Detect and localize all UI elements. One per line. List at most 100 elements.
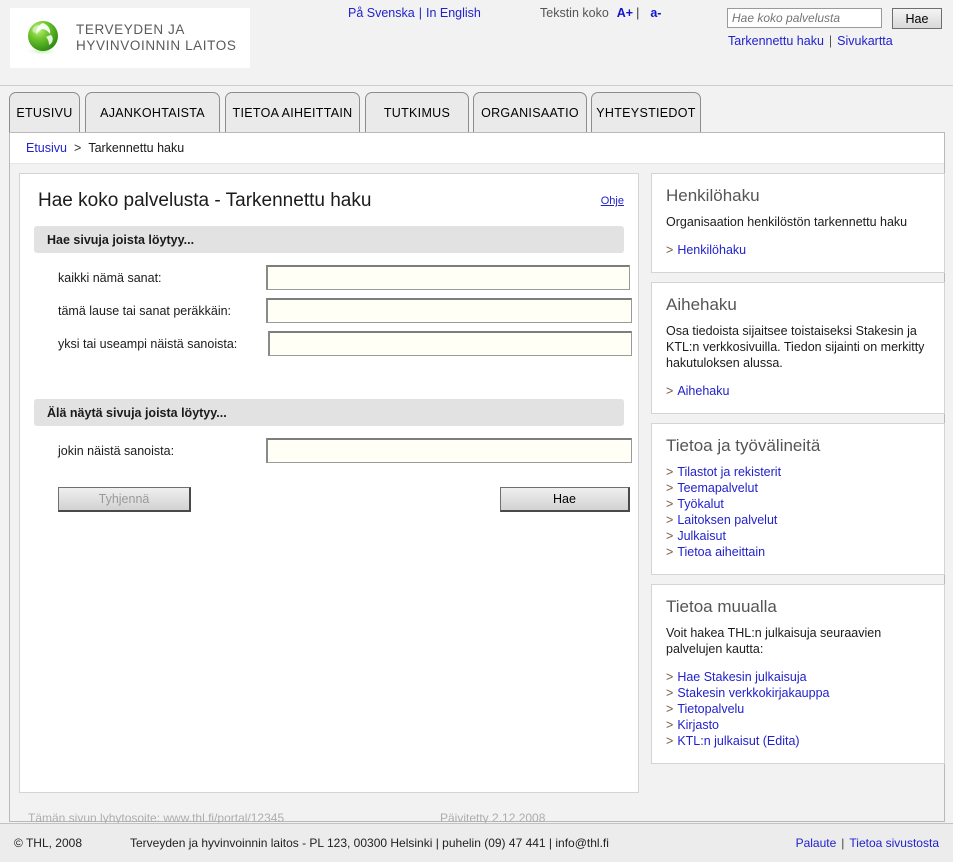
sidebar-link-hae-stakesin-julkaisuja[interactable]: > Hae Stakesin julkaisuja [666,669,930,685]
sidebar-link-label: Henkilöhaku [677,243,747,257]
search-input[interactable] [727,8,882,28]
chevron-right-icon: > [666,465,674,479]
footer-address: Terveyden ja hyvinvoinnin laitos - PL 12… [130,836,609,850]
field-row-none-words: jokin näistä sanoista: [34,436,638,469]
footer-link-tietoa-sivustosta[interactable]: Tietoa sivustosta [849,836,939,850]
sidebar-link-laitoksen-palvelut[interactable]: > Laitoksen palvelut [666,512,930,528]
include-section-heading: Hae sivuja joista löytyy... [34,226,624,253]
clear-button[interactable]: Tyhjennä [58,487,191,512]
tab-organisaatio[interactable]: ORGANISAATIO [473,92,587,133]
page-title-main: Hae koko palvelusta [38,190,210,211]
field-row-all-words: kaikki nämä sanat: [34,263,638,296]
breadcrumb-current: Tarkennettu haku [88,141,185,155]
sitemap-link[interactable]: Sivukartta [837,34,893,48]
submit-search-button[interactable]: Hae [500,487,630,512]
footer-link-palaute[interactable]: Palaute [796,836,837,850]
tab-tutkimus[interactable]: TUTKIMUS [365,92,469,133]
search-submit-button[interactable]: Hae [892,8,942,29]
sidebar-link-henkilohaku[interactable]: > Henkilöhaku [666,242,930,258]
help-link[interactable]: Ohje [601,195,624,207]
language-separator: | [418,6,422,20]
sidebar-link-tyokalut[interactable]: > Työkalut [666,496,930,512]
sidebar-card-title: Henkilöhaku [666,186,760,205]
chevron-right-icon: > [666,670,674,684]
chevron-right-icon: > [666,384,674,398]
sidebar-link-label: Julkaisut [677,529,726,543]
header-search: Hae [727,8,945,32]
sidebar-link-ktl-julkaisut-edita[interactable]: > KTL:n julkaisut (Edita) [666,733,930,749]
sidebar-link-label: Kirjasto [677,718,719,732]
sidebar-card-text: Osa tiedoista sijaitsee toistaiseksi Sta… [666,324,925,370]
sidebar-link-label: KTL:n julkaisut (Edita) [677,734,800,748]
logo-wordmark: TERVEYDEN JA HYVINVOINNIN LAITOS [76,22,236,54]
input-none-words[interactable] [266,438,632,463]
site-logo[interactable]: TERVEYDEN JA HYVINVOINNIN LAITOS [10,8,250,68]
input-exact-phrase[interactable] [266,298,632,323]
header-quick-links: Tarkennettu haku | Sivukartta [728,34,893,48]
site-footer: © THL, 2008 Terveyden ja hyvinvoinnin la… [0,823,953,862]
label-exact-phrase: tämä lause tai sanat peräkkäin: [58,304,232,318]
content-columns: Hae koko palvelusta - Tarkennettu haku O… [10,164,945,825]
language-link-swedish[interactable]: På Svenska [348,6,415,20]
sidebar-card-tietoa-ja-tyovalineita: Tietoa ja työvälineitä > Tilastot ja reki… [651,423,945,575]
page-root: TERVEYDEN JA HYVINVOINNIN LAITOS På Sven… [0,0,953,862]
sidebar-card-text: Organisaation henkilöstön tarkennettu ha… [666,215,908,229]
sidebar-link-tilastot-ja-rekisterit[interactable]: > Tilastot ja rekisterit [666,464,930,480]
label-any-words: yksi tai useampi näistä sanoista: [58,337,238,351]
chevron-right-icon: > [666,513,674,527]
field-row-exact-phrase: tämä lause tai sanat peräkkäin: [34,296,638,329]
label-none-words: jokin näistä sanoista: [58,444,175,458]
input-all-words[interactable] [266,265,630,290]
breadcrumb: Etusivu > Tarkennettu haku [10,133,944,164]
chevron-right-icon: > [666,702,674,716]
language-link-english[interactable]: In English [426,6,481,20]
text-size-decrease-button[interactable]: a- [650,6,661,20]
sidebar-link-aihehaku[interactable]: > Aihehaku [666,383,930,399]
sidebar-link-tietopalvelu[interactable]: > Tietopalvelu [666,701,930,717]
chevron-right-icon: > [666,529,674,543]
sidebar-card-title: Tietoa ja työvälineitä [666,436,821,455]
sidebar-link-julkaisut[interactable]: > Julkaisut [666,528,930,544]
breadcrumb-separator: > [74,141,82,155]
sidebar-link-label: Teemapalvelut [677,481,758,495]
text-size-controls: Tekstin koko A+ | a- [540,6,661,20]
content-area: Etusivu > Tarkennettu haku Hae koko palv… [9,132,945,825]
sidebar-link-label: Aihehaku [677,384,730,398]
sidebar-link-stakesin-verkkokirjakauppa[interactable]: > Stakesin verkkokirjakauppa [666,685,930,701]
tab-yhteystiedot[interactable]: YHTEYSTIEDOT [591,92,701,133]
footer-links-separator: | [841,836,845,850]
sidebar-link-label: Työkalut [677,497,724,511]
chevron-right-icon: > [666,718,674,732]
tab-etusivu[interactable]: ETUSIVU [9,92,80,133]
chevron-right-icon: > [666,545,674,559]
sidebar-link-label: Tietoa aiheittain [677,545,766,559]
tab-tietoa-aiheittain[interactable]: TIETOA AIHEITTAIN [225,92,360,133]
sidebar-link-label: Stakesin verkkokirjakauppa [677,686,830,700]
sidebar-link-kirjasto[interactable]: > Kirjasto [666,717,930,733]
page-title: Hae koko palvelusta - Tarkennettu haku [20,174,638,212]
field-row-any-words: yksi tai useampi näistä sanoista: [34,329,638,362]
site-header: TERVEYDEN JA HYVINVOINNIN LAITOS På Sven… [0,0,953,86]
input-any-words[interactable] [268,331,632,356]
sidebar-link-label: Tilastot ja rekisterit [677,465,782,479]
sidebar-link-teemapalvelut[interactable]: > Teemapalvelut [666,480,930,496]
green-sphere-leaf-logo-icon [22,16,66,60]
sidebar-card-henkilohaku: Henkilöhaku Organisaation henkilöstön ta… [651,173,945,273]
text-size-separator: | [636,6,640,20]
sidebar-card-aihehaku: Aihehaku Osa tiedoista sijaitsee toistai… [651,282,945,414]
tab-ajankohtaista[interactable]: AJANKOHTAISTA [85,92,220,133]
language-switcher: På Svenska | In English [348,6,481,20]
advanced-search-panel: Hae koko palvelusta - Tarkennettu haku O… [19,173,639,793]
sidebar: Henkilöhaku Organisaation henkilöstön ta… [651,173,945,773]
text-size-label: Tekstin koko [540,6,609,20]
text-size-increase-button[interactable]: A+ [617,6,633,20]
sidebar-link-tietoa-aiheittain[interactable]: > Tietoa aiheittain [666,544,930,560]
breadcrumb-home-link[interactable]: Etusivu [26,141,67,155]
exclude-section-heading: Älä näytä sivuja joista löytyy... [34,399,624,426]
advanced-search-link[interactable]: Tarkennettu haku [728,34,824,48]
chevron-right-icon: > [666,243,674,257]
footer-links: Palaute | Tietoa sivustosta [796,836,939,850]
